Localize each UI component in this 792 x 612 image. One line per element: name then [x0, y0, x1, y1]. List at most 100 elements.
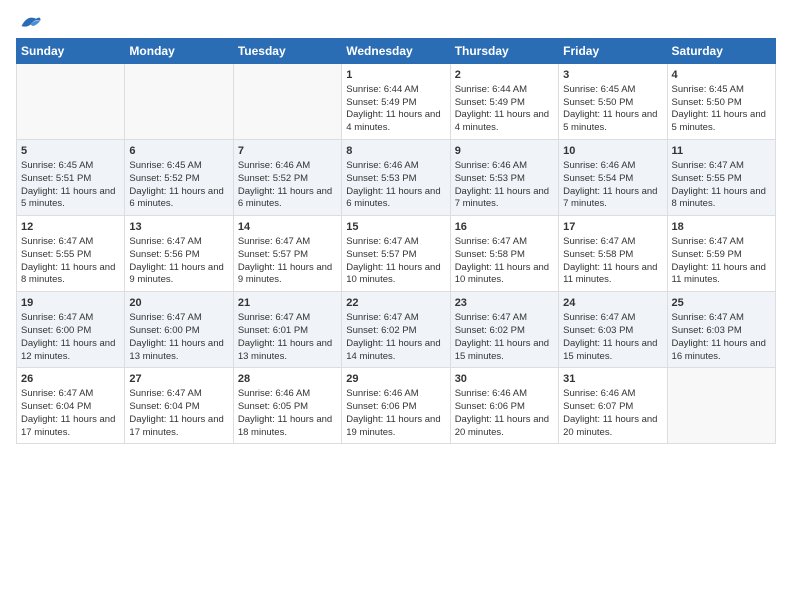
day-number: 4: [672, 68, 771, 83]
day-number: 25: [672, 296, 771, 311]
day-number: 7: [238, 144, 337, 159]
day-info: Sunset: 5:53 PM: [455, 173, 554, 186]
calendar-cell: 16Sunrise: 6:47 AMSunset: 5:58 PMDayligh…: [450, 216, 558, 292]
day-number: 14: [238, 220, 337, 235]
day-number: 20: [129, 296, 228, 311]
day-info: Sunrise: 6:47 AM: [129, 236, 228, 249]
calendar-cell: 6Sunrise: 6:45 AMSunset: 5:52 PMDaylight…: [125, 140, 233, 216]
header-cell-friday: Friday: [559, 39, 667, 64]
calendar-cell: 29Sunrise: 6:46 AMSunset: 6:06 PMDayligh…: [342, 368, 450, 444]
day-info: Sunrise: 6:47 AM: [238, 236, 337, 249]
day-info: Sunset: 5:56 PM: [129, 249, 228, 262]
day-info: Sunset: 5:49 PM: [455, 97, 554, 110]
day-info: Sunrise: 6:46 AM: [238, 160, 337, 173]
day-info: Daylight: 11 hours and 20 minutes.: [563, 414, 662, 440]
day-info: Sunrise: 6:47 AM: [346, 236, 445, 249]
header-cell-thursday: Thursday: [450, 39, 558, 64]
header: [16, 10, 776, 30]
day-info: Daylight: 11 hours and 19 minutes.: [346, 414, 445, 440]
day-info: Sunrise: 6:45 AM: [563, 84, 662, 97]
day-info: Sunrise: 6:47 AM: [129, 388, 228, 401]
day-info: Sunset: 5:55 PM: [21, 249, 120, 262]
day-number: 30: [455, 372, 554, 387]
day-info: Daylight: 11 hours and 5 minutes.: [21, 186, 120, 212]
day-info: Daylight: 11 hours and 8 minutes.: [672, 186, 771, 212]
day-info: Sunrise: 6:47 AM: [455, 236, 554, 249]
day-info: Sunrise: 6:46 AM: [455, 160, 554, 173]
day-info: Daylight: 11 hours and 10 minutes.: [346, 262, 445, 288]
calendar-table: SundayMondayTuesdayWednesdayThursdayFrid…: [16, 38, 776, 444]
day-info: Sunrise: 6:45 AM: [672, 84, 771, 97]
calendar-cell: 8Sunrise: 6:46 AMSunset: 5:53 PMDaylight…: [342, 140, 450, 216]
day-info: Sunset: 6:04 PM: [129, 401, 228, 414]
day-info: Daylight: 11 hours and 17 minutes.: [21, 414, 120, 440]
day-info: Daylight: 11 hours and 4 minutes.: [346, 109, 445, 135]
calendar-cell: 30Sunrise: 6:46 AMSunset: 6:06 PMDayligh…: [450, 368, 558, 444]
day-info: Sunrise: 6:46 AM: [455, 388, 554, 401]
day-info: Sunset: 5:58 PM: [563, 249, 662, 262]
calendar-cell: 11Sunrise: 6:47 AMSunset: 5:55 PMDayligh…: [667, 140, 775, 216]
day-info: Sunrise: 6:47 AM: [563, 312, 662, 325]
calendar-cell: 20Sunrise: 6:47 AMSunset: 6:00 PMDayligh…: [125, 292, 233, 368]
day-info: Sunset: 6:05 PM: [238, 401, 337, 414]
calendar-cell: 28Sunrise: 6:46 AMSunset: 6:05 PMDayligh…: [233, 368, 341, 444]
day-number: 31: [563, 372, 662, 387]
day-info: Daylight: 11 hours and 6 minutes.: [129, 186, 228, 212]
day-info: Sunset: 6:02 PM: [455, 325, 554, 338]
day-info: Sunrise: 6:47 AM: [21, 236, 120, 249]
day-info: Daylight: 11 hours and 18 minutes.: [238, 414, 337, 440]
day-info: Sunset: 6:06 PM: [455, 401, 554, 414]
day-info: Daylight: 11 hours and 15 minutes.: [455, 338, 554, 364]
day-number: 27: [129, 372, 228, 387]
calendar-cell: 13Sunrise: 6:47 AMSunset: 5:56 PMDayligh…: [125, 216, 233, 292]
day-number: 5: [21, 144, 120, 159]
day-info: Sunset: 6:00 PM: [21, 325, 120, 338]
calendar-cell: 24Sunrise: 6:47 AMSunset: 6:03 PMDayligh…: [559, 292, 667, 368]
day-number: 2: [455, 68, 554, 83]
day-info: Sunrise: 6:47 AM: [21, 388, 120, 401]
day-info: Sunset: 5:57 PM: [238, 249, 337, 262]
day-number: 11: [672, 144, 771, 159]
header-row: SundayMondayTuesdayWednesdayThursdayFrid…: [17, 39, 776, 64]
day-info: Sunset: 6:00 PM: [129, 325, 228, 338]
day-info: Sunset: 5:53 PM: [346, 173, 445, 186]
day-info: Daylight: 11 hours and 14 minutes.: [346, 338, 445, 364]
day-number: 10: [563, 144, 662, 159]
day-info: Sunrise: 6:47 AM: [563, 236, 662, 249]
day-info: Daylight: 11 hours and 15 minutes.: [563, 338, 662, 364]
day-info: Sunrise: 6:46 AM: [563, 160, 662, 173]
day-number: 13: [129, 220, 228, 235]
calendar-cell: 7Sunrise: 6:46 AMSunset: 5:52 PMDaylight…: [233, 140, 341, 216]
week-row-2: 12Sunrise: 6:47 AMSunset: 5:55 PMDayligh…: [17, 216, 776, 292]
day-info: Sunset: 6:01 PM: [238, 325, 337, 338]
day-info: Daylight: 11 hours and 13 minutes.: [238, 338, 337, 364]
day-info: Daylight: 11 hours and 9 minutes.: [238, 262, 337, 288]
day-info: Sunrise: 6:47 AM: [21, 312, 120, 325]
day-info: Sunset: 6:03 PM: [672, 325, 771, 338]
day-number: 6: [129, 144, 228, 159]
day-info: Daylight: 11 hours and 10 minutes.: [455, 262, 554, 288]
day-number: 9: [455, 144, 554, 159]
day-number: 16: [455, 220, 554, 235]
calendar-cell: [17, 64, 125, 140]
day-info: Sunset: 5:49 PM: [346, 97, 445, 110]
day-info: Sunrise: 6:47 AM: [672, 236, 771, 249]
day-info: Sunrise: 6:46 AM: [563, 388, 662, 401]
header-cell-saturday: Saturday: [667, 39, 775, 64]
day-info: Sunset: 5:52 PM: [129, 173, 228, 186]
calendar-cell: 10Sunrise: 6:46 AMSunset: 5:54 PMDayligh…: [559, 140, 667, 216]
calendar-cell: 21Sunrise: 6:47 AMSunset: 6:01 PMDayligh…: [233, 292, 341, 368]
logo: [16, 10, 42, 30]
day-number: 26: [21, 372, 120, 387]
day-info: Daylight: 11 hours and 12 minutes.: [21, 338, 120, 364]
day-info: Sunset: 6:04 PM: [21, 401, 120, 414]
day-info: Daylight: 11 hours and 9 minutes.: [129, 262, 228, 288]
day-info: Daylight: 11 hours and 8 minutes.: [21, 262, 120, 288]
day-number: 28: [238, 372, 337, 387]
calendar-cell: 15Sunrise: 6:47 AMSunset: 5:57 PMDayligh…: [342, 216, 450, 292]
day-info: Daylight: 11 hours and 7 minutes.: [563, 186, 662, 212]
day-info: Sunset: 5:54 PM: [563, 173, 662, 186]
day-info: Sunrise: 6:47 AM: [672, 312, 771, 325]
day-info: Daylight: 11 hours and 5 minutes.: [563, 109, 662, 135]
day-info: Sunrise: 6:45 AM: [129, 160, 228, 173]
